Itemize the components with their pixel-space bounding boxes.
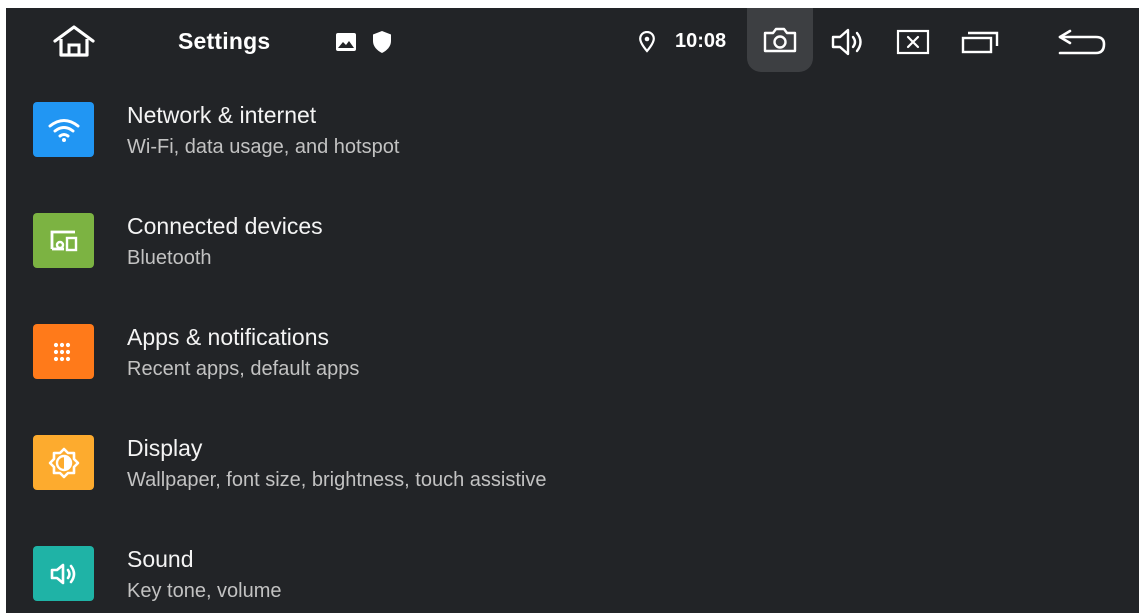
shield-icon (373, 31, 391, 53)
app-title: Settings (178, 28, 271, 54)
brightness-icon (48, 447, 79, 478)
display-icon-tile (33, 435, 94, 490)
clock: 10:08 (675, 30, 727, 52)
camera-icon (763, 27, 797, 53)
devices-icon-tile (33, 213, 94, 268)
image-notification (335, 32, 357, 52)
volume-icon (831, 28, 862, 56)
settings-item-title: Display (127, 435, 203, 461)
settings-item-sound[interactable]: Sound Key tone, volume (6, 524, 1139, 613)
recents-button[interactable] (952, 22, 1008, 62)
settings-item-subtitle: Recent apps, default apps (127, 358, 360, 380)
home-button[interactable] (44, 21, 104, 61)
settings-item-display[interactable]: Display Wallpaper, font size, brightness… (6, 413, 1139, 523)
image-icon (336, 33, 356, 51)
settings-item-connected-devices[interactable]: Connected devices Bluetooth (6, 191, 1139, 301)
home-icon (53, 25, 95, 57)
screenshot-button[interactable] (747, 8, 813, 72)
volume-icon (50, 563, 75, 584)
location-indicator (637, 30, 657, 54)
volume-button[interactable] (823, 22, 873, 62)
back-button[interactable] (1048, 22, 1116, 62)
close-icon (896, 29, 930, 55)
recents-icon (961, 31, 999, 54)
settings-item-title: Sound (127, 546, 194, 572)
settings-item-title: Apps & notifications (127, 324, 330, 350)
settings-item-network[interactable]: Network & internet Wi-Fi, data usage, an… (6, 80, 1139, 190)
back-icon (1058, 29, 1106, 55)
settings-item-subtitle: Bluetooth (127, 247, 212, 269)
wifi-icon (48, 118, 79, 142)
settings-item-subtitle: Wi-Fi, data usage, and hotspot (127, 136, 400, 158)
apps-icon (53, 342, 70, 361)
settings-item-title: Connected devices (127, 213, 323, 239)
sound-icon-tile (33, 546, 94, 601)
devices-icon (50, 230, 77, 251)
shield-notification (371, 30, 393, 54)
location-icon (639, 31, 655, 53)
close-button[interactable] (888, 22, 938, 62)
network-icon-tile (33, 102, 94, 157)
apps-icon-tile (33, 324, 94, 379)
settings-item-apps[interactable]: Apps & notifications Recent apps, defaul… (6, 302, 1139, 412)
status-bar: Settings 10:08 (6, 8, 1139, 76)
android-screen: Settings 10:08 Network & internet Wi-Fi,… (6, 8, 1139, 613)
settings-item-subtitle: Key tone, volume (127, 580, 282, 602)
settings-item-subtitle: Wallpaper, font size, brightness, touch … (127, 469, 547, 491)
settings-item-title: Network & internet (127, 102, 317, 128)
